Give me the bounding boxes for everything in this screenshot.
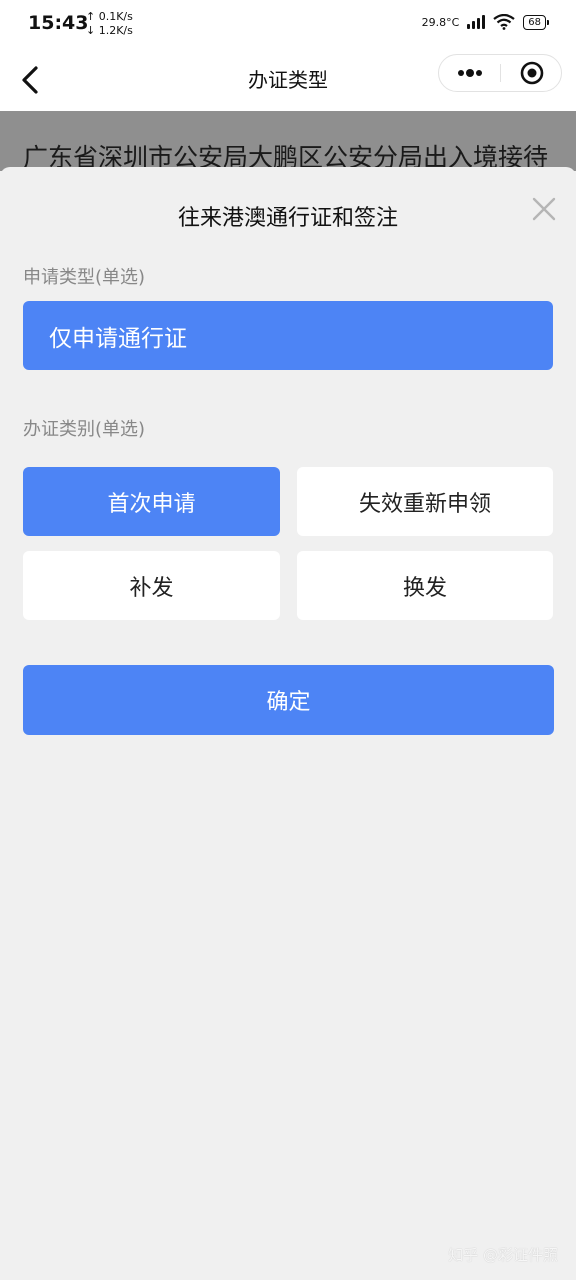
more-button[interactable] [439,55,501,91]
application-type-label: 申请类型(单选) [23,267,146,288]
confirm-button[interactable]: 确定 [23,665,554,735]
signal-icon [467,15,486,29]
battery-icon: 68 [523,14,549,30]
mini-program-capsule [438,54,562,92]
close-mini-program-button[interactable] [501,55,561,91]
target-circle-icon [520,61,544,85]
selection-sheet: 往来港澳通行证和签注 申请类型(单选) 仅申请通行证 办证类别(单选) 首次申请… [0,167,576,1280]
status-bar: 15:43 ↑ 0.1K/s ↓ 1.2K/s 29.8°C 68 [0,0,576,50]
nav-bar: 办证类型 [0,50,576,111]
sheet-title: 往来港澳通行证和签注 [177,206,398,231]
download-speed: ↓ 1.2K/s [86,24,133,37]
status-time: 15:43 [28,12,89,34]
more-dots-icon [458,69,482,77]
option-renewal[interactable]: 换发 [297,551,553,620]
wifi-icon [493,14,515,30]
dimmed-background: 广东省深圳市公安局大鹏区公安分局出入境接待 [0,111,576,171]
sheet-close-button[interactable] [528,193,560,225]
option-reapply-expired[interactable]: 失效重新申领 [297,467,553,536]
option-reissue[interactable]: 补发 [23,551,280,620]
temperature: 29.8°C [421,15,460,29]
option-first-application[interactable]: 首次申请 [23,467,280,536]
upload-speed: ↑ 0.1K/s [86,10,133,23]
close-icon [532,197,556,221]
option-passport-only[interactable]: 仅申请通行证 [23,301,553,370]
certificate-category-label: 办证类别(单选) [23,419,146,440]
network-speed: ↑ 0.1K/s ↓ 1.2K/s [86,10,133,38]
status-right: 29.8°C 68 [421,14,549,30]
watermark: 知乎 @彩证件照 [448,1246,558,1264]
